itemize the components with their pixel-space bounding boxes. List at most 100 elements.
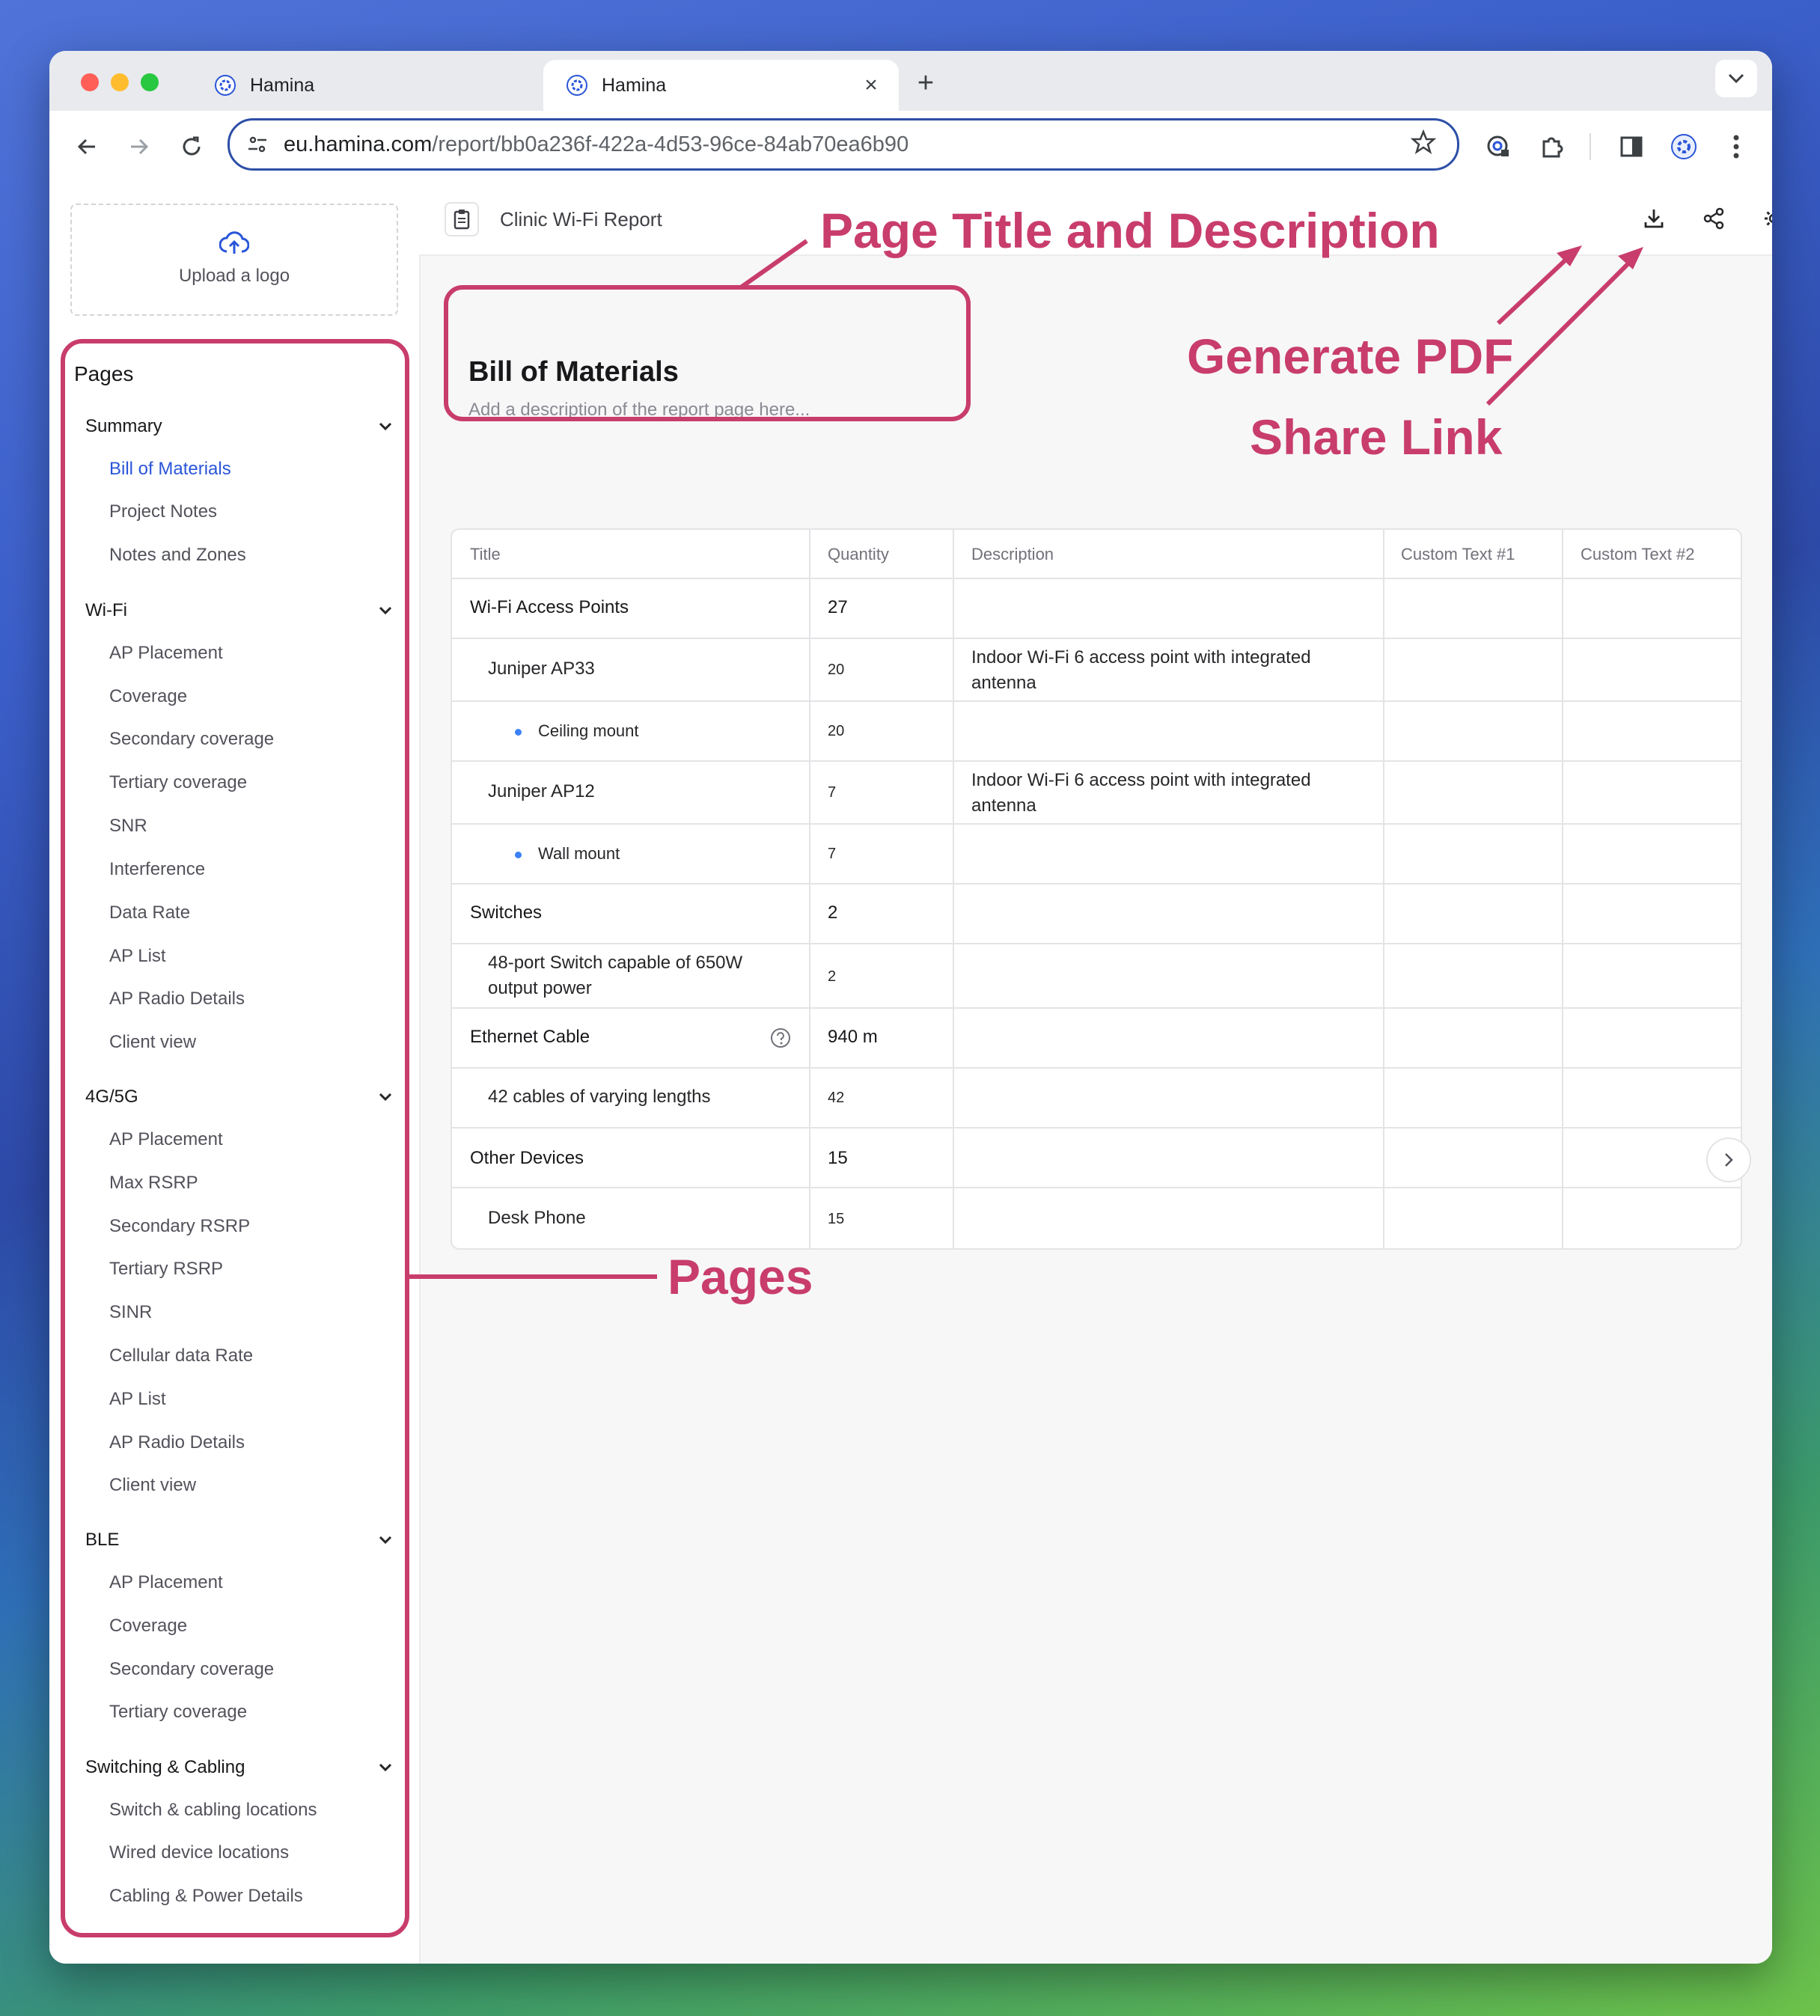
back-button[interactable] — [69, 129, 105, 165]
nav-item-switch-cabling-locations[interactable]: Switch & cabling locations — [109, 1800, 317, 1821]
browser-tab-1[interactable]: Hamina × — [192, 60, 581, 111]
nav-group-ble[interactable]: BLE — [85, 1530, 392, 1551]
table-scroll-right-button[interactable] — [1706, 1137, 1751, 1182]
settings-button[interactable] — [1759, 204, 1772, 233]
nav-item-cell-data-rate[interactable]: Cellular data Rate — [109, 1345, 253, 1366]
nav-item-cell-max-rsrp[interactable]: Max RSRP — [109, 1173, 198, 1194]
nav-item-wired-device-locations[interactable]: Wired device locations — [109, 1842, 289, 1863]
maximize-window-button[interactable] — [141, 73, 159, 91]
table-row[interactable]: Other Devices 15 — [452, 1127, 1741, 1188]
side-panel-icon — [1620, 136, 1643, 157]
table-row[interactable]: Desk Phone 15 — [452, 1187, 1741, 1248]
nav-group-label: Summary — [85, 416, 162, 436]
row-title: Ceiling mount — [515, 721, 639, 741]
upload-logo-dropzone[interactable]: Upload a logo — [70, 204, 398, 316]
nav-group-summary[interactable]: Summary — [85, 416, 392, 437]
side-panel-button[interactable] — [1613, 129, 1649, 165]
nav-item-cell-client-view[interactable]: Client view — [109, 1475, 196, 1496]
minimize-window-button[interactable] — [111, 73, 129, 91]
row-title: Juniper AP12 — [488, 781, 595, 801]
browser-tab-2[interactable]: Hamina × — [543, 60, 899, 111]
nav-item-wifi-coverage[interactable]: Coverage — [109, 686, 187, 707]
nav-item-wifi-client-view[interactable]: Client view — [109, 1032, 196, 1053]
password-manager-button[interactable] — [1480, 129, 1516, 165]
browser-toolbar: eu.hamina.com/report/bb0a236f-422a-4d53-… — [49, 111, 1772, 184]
nav-item-cell-ap-radio-details[interactable]: AP Radio Details — [109, 1432, 245, 1453]
column-header-description[interactable]: Description — [971, 545, 1054, 564]
table-row[interactable]: Juniper AP12 7 Indoor Wi-Fi 6 access poi… — [452, 760, 1741, 825]
nav-item-notes-and-zones[interactable]: Notes and Zones — [109, 545, 246, 566]
nav-item-ble-secondary-coverage[interactable]: Secondary coverage — [109, 1659, 274, 1680]
nav-item-cabling-power-details[interactable]: Cabling & Power Details — [109, 1886, 303, 1907]
new-tab-plus-icon[interactable]: + — [907, 67, 944, 100]
annotation-share-link: Share Link — [1250, 409, 1503, 465]
nav-item-wifi-snr[interactable]: SNR — [109, 816, 147, 837]
nav-group-label: BLE — [85, 1530, 120, 1550]
generate-pdf-button[interactable] — [1639, 204, 1669, 233]
annotation-pages: Pages — [668, 1249, 813, 1304]
gear-icon — [1765, 211, 1772, 226]
bookmark-star-icon[interactable] — [1411, 129, 1436, 155]
column-header-custom-text-2[interactable]: Custom Text #2 — [1581, 545, 1694, 564]
nav-item-cell-ap-placement[interactable]: AP Placement — [109, 1129, 223, 1150]
column-header-custom-text-1[interactable]: Custom Text #1 — [1401, 545, 1515, 564]
table-row[interactable]: Juniper AP33 20 Indoor Wi-Fi 6 access po… — [452, 638, 1741, 702]
table-row[interactable]: Ceiling mount 20 — [452, 700, 1741, 762]
clipboard-icon — [454, 210, 470, 230]
report-sidebar: Upload a logo Pages Summary Bill of Mate… — [49, 183, 421, 1964]
close-tab-icon[interactable]: × — [860, 73, 882, 98]
nav-item-project-notes[interactable]: Project Notes — [109, 501, 217, 522]
share-link-button[interactable] — [1699, 204, 1729, 233]
address-bar[interactable]: eu.hamina.com/report/bb0a236f-422a-4d53-… — [228, 118, 1459, 171]
chevron-down-icon — [379, 1763, 392, 1772]
browser-menu-button[interactable] — [1718, 129, 1754, 165]
table-row[interactable]: Switches 2 — [452, 883, 1741, 944]
nav-item-wifi-interference[interactable]: Interference — [109, 859, 205, 880]
page-description-field[interactable]: Add a description of the report page her… — [468, 400, 810, 421]
nav-group-wifi[interactable]: Wi-Fi — [85, 600, 392, 621]
nav-item-cell-secondary-rsrp[interactable]: Secondary RSRP — [109, 1216, 250, 1237]
nav-item-cell-sinr[interactable]: SINR — [109, 1302, 152, 1323]
nav-item-ble-ap-placement[interactable]: AP Placement — [109, 1572, 223, 1593]
page-title[interactable]: Bill of Materials — [468, 356, 679, 388]
nav-item-bill-of-materials[interactable]: Bill of Materials — [109, 459, 231, 480]
chevron-down-icon — [379, 422, 392, 431]
column-header-quantity[interactable]: Quantity — [828, 545, 889, 564]
nav-item-wifi-ap-list[interactable]: AP List — [109, 946, 166, 967]
tab-title: Hamina — [602, 74, 667, 96]
tab-search-button[interactable] — [1715, 60, 1757, 97]
row-quantity: 20 — [828, 662, 845, 678]
pages-heading: Pages — [74, 362, 134, 385]
nav-item-cell-ap-list[interactable]: AP List — [109, 1389, 166, 1410]
close-window-button[interactable] — [81, 73, 99, 91]
table-row[interactable]: Wall mount 7 — [452, 823, 1741, 885]
nav-item-ble-tertiary-coverage[interactable]: Tertiary coverage — [109, 1702, 247, 1723]
row-description: Indoor Wi-Fi 6 access point with integra… — [971, 770, 1311, 816]
nav-group-switching-cabling[interactable]: Switching & Cabling — [85, 1757, 392, 1778]
nav-item-wifi-ap-radio-details[interactable]: AP Radio Details — [109, 989, 245, 1009]
nav-item-ble-coverage[interactable]: Coverage — [109, 1616, 187, 1637]
profile-button[interactable] — [1666, 129, 1702, 165]
forward-button[interactable] — [121, 129, 157, 165]
row-title: Juniper AP33 — [488, 659, 595, 679]
extensions-button[interactable] — [1534, 129, 1570, 165]
nav-item-cell-tertiary-rsrp[interactable]: Tertiary RSRP — [109, 1259, 223, 1280]
help-circle-icon[interactable] — [769, 1027, 792, 1049]
table-row[interactable]: Ethernet Cable 940 m — [452, 1007, 1741, 1069]
nav-item-wifi-data-rate[interactable]: Data Rate — [109, 902, 190, 923]
nav-item-wifi-ap-placement[interactable]: AP Placement — [109, 643, 223, 664]
nav-item-wifi-secondary-coverage[interactable]: Secondary coverage — [109, 729, 274, 750]
nav-item-wifi-tertiary-coverage[interactable]: Tertiary coverage — [109, 772, 247, 793]
column-header-title[interactable]: Title — [470, 545, 501, 564]
table-row[interactable]: 48-port Switch capable of 650W output po… — [452, 943, 1741, 1009]
share-icon — [1703, 207, 1724, 230]
nav-group-4g5g[interactable]: 4G/5G — [85, 1087, 392, 1108]
profile-avatar-icon — [1671, 134, 1697, 159]
table-row[interactable]: Wi-Fi Access Points 27 — [452, 578, 1741, 639]
reload-button[interactable] — [174, 129, 210, 165]
arrow-left-icon — [77, 138, 95, 155]
report-document-icon[interactable] — [445, 202, 479, 236]
site-settings-icon[interactable] — [246, 133, 269, 156]
table-row[interactable]: 42 cables of varying lengths 42 — [452, 1067, 1741, 1128]
toolbar-divider — [1590, 133, 1591, 160]
